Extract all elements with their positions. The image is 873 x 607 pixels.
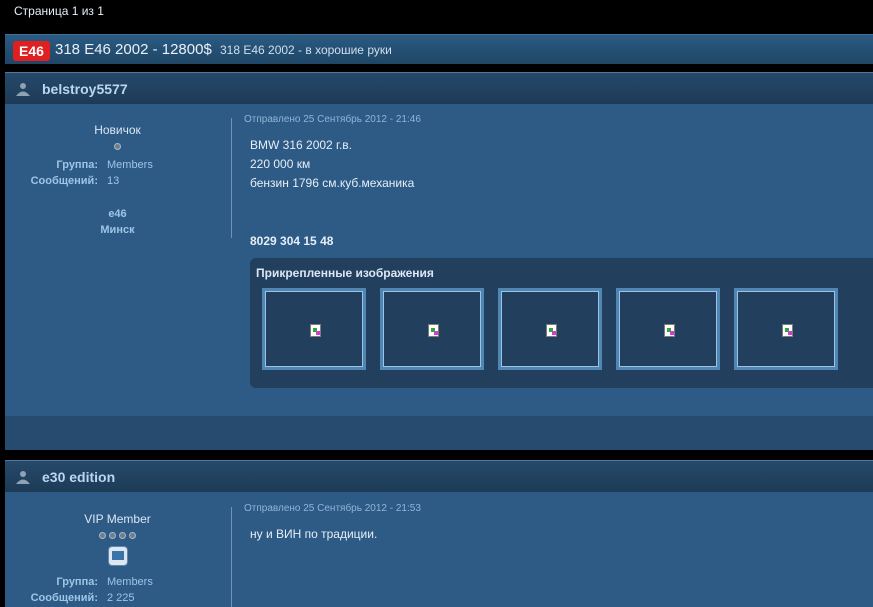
post-date[interactable]: Отправлено 25 Сентябрь 2012 - 21:53 (244, 503, 421, 514)
posts-count-label: Сообщений: (30, 175, 98, 187)
broken-image-icon (310, 324, 321, 337)
user-icon (16, 471, 30, 484)
user-rank: Новичок (94, 123, 141, 137)
rank-pip (119, 532, 126, 539)
user-car: e46 (108, 208, 127, 220)
topic-description: 318 E46 2002 - в хорошие руки (219, 43, 392, 57)
attachments-title: Прикрепленные изображения (256, 266, 434, 280)
post-username[interactable]: e30 edition (42, 469, 115, 485)
post-username[interactable]: belstroy5577 (42, 81, 128, 97)
attachment-thumbnail[interactable] (498, 288, 602, 370)
post-date[interactable]: Отправлено 25 Сентябрь 2012 - 21:46 (244, 114, 421, 125)
rank-pip (109, 532, 116, 539)
broken-image-icon (546, 324, 557, 337)
attachment-thumbnail[interactable] (734, 288, 838, 370)
post-body: ну и ВИН по традиции. (250, 525, 377, 544)
group-value: Members (107, 576, 153, 588)
rank-pip (129, 532, 136, 539)
posts-count-value: 13 (107, 175, 120, 187)
author-info: VIP Member (5, 512, 230, 566)
user-rank: VIP Member (84, 512, 151, 526)
post-line: BMW 316 2002 г.в. (250, 138, 352, 152)
author-info: Новичок (5, 123, 230, 151)
post-header: e30 edition (5, 460, 873, 492)
topic-title: 318 E46 2002 - 12800$ 318 E46 2002 - в х… (55, 41, 392, 58)
post-footer (5, 416, 873, 450)
rank-pips (5, 143, 230, 151)
posts-count-value: 2 225 (107, 592, 135, 604)
attachments-box: Прикрепленные изображения (250, 258, 873, 388)
topic-prefix-badge[interactable]: E46 (13, 41, 50, 61)
attachment-thumbnail[interactable] (262, 288, 366, 370)
group-label: Группа: (56, 576, 98, 588)
page-indicator: Страница 1 из 1 (14, 4, 104, 18)
post-phone: 8029 304 15 48 (250, 234, 334, 248)
user-city: Минск (100, 224, 135, 236)
group-value: Members (107, 159, 153, 171)
post-body: BMW 316 2002 г.в. 220 000 км бензин 1796… (250, 136, 414, 193)
book-icon (107, 546, 128, 566)
post: belstroy5577 Новичок Группа: Members Соо… (5, 72, 873, 450)
post-line: бензин 1796 см.куб.механика (250, 176, 415, 190)
post-line: 220 000 км (250, 157, 311, 171)
broken-image-icon (428, 324, 439, 337)
rank-pip (114, 143, 121, 150)
user-icon (16, 83, 30, 96)
post-header: belstroy5577 (5, 72, 873, 104)
broken-image-icon (782, 324, 793, 337)
post-divider (231, 118, 232, 238)
attachment-thumbnail[interactable] (380, 288, 484, 370)
rank-pip (99, 532, 106, 539)
group-label: Группа: (56, 159, 98, 171)
post-line: ну и ВИН по традиции. (250, 527, 378, 541)
rank-pips (5, 532, 230, 540)
attachment-thumbnail[interactable] (616, 288, 720, 370)
broken-image-icon (664, 324, 675, 337)
post-divider (231, 507, 232, 607)
post: e30 edition VIP Member Группа: Members С… (5, 460, 873, 607)
topic-header: E46 318 E46 2002 - 12800$ 318 E46 2002 -… (5, 34, 873, 64)
topic-title-text: 318 E46 2002 - 12800$ (55, 41, 212, 58)
posts-count-label: Сообщений: (30, 592, 98, 604)
